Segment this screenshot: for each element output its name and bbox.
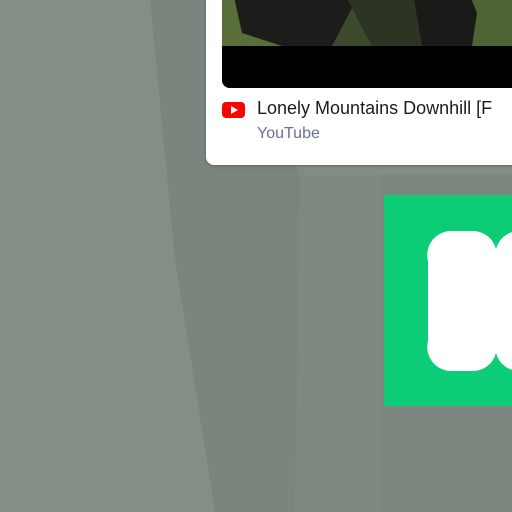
link-preview-title[interactable]: Lonely Mountains Downhill [F [257,97,492,119]
link-preview-card[interactable]: Lonely Mountains Downhill [F YouTube [206,0,512,165]
app-logo-icon [384,195,512,406]
link-preview-source[interactable]: YouTube [257,124,320,144]
app-tile[interactable] [384,195,512,406]
link-preview-meta: Lonely Mountains Downhill [F YouTube [222,96,512,152]
youtube-play-icon [222,102,245,118]
video-thumbnail[interactable] [222,0,512,88]
video-frame-image [222,0,512,88]
